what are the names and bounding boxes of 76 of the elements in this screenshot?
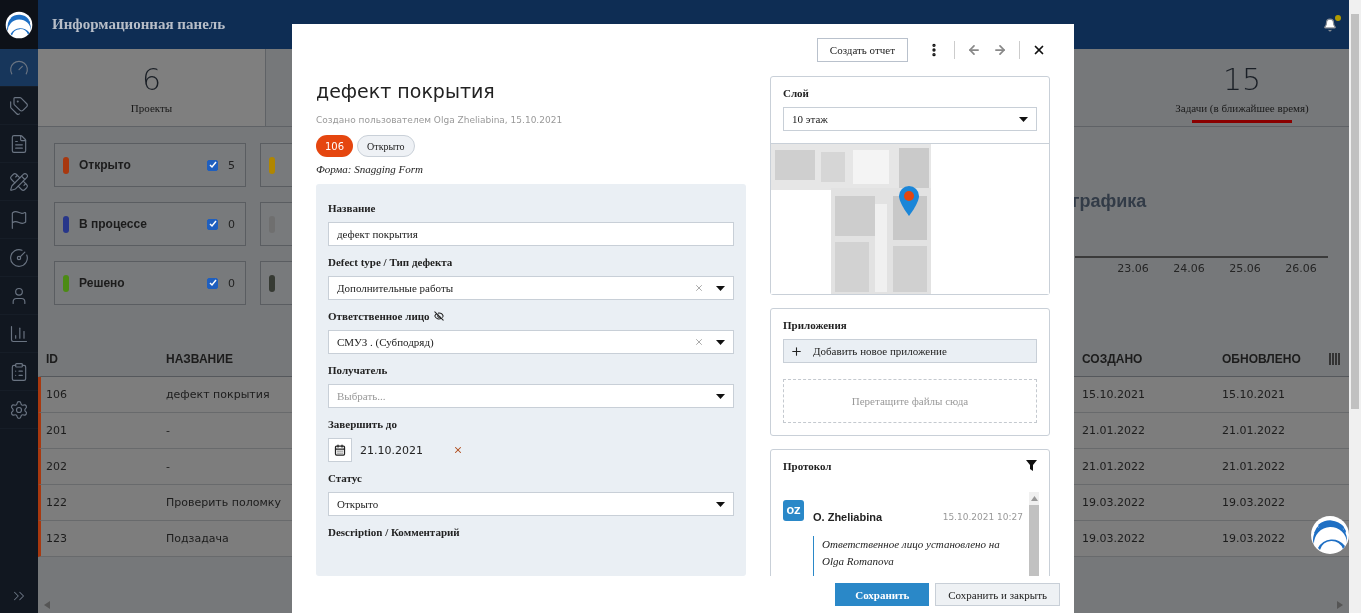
table-cell-text: 15.10.2021 [1221,388,1285,401]
table-cell-text: Проверить поломку [165,496,281,509]
column-header[interactable]: ID [41,351,58,366]
timestamp: 15.10.2021 10:27 [942,511,1023,522]
field-label: Defect type / Тип дефекта [328,256,453,268]
status-count: 0 [228,276,235,290]
card-title: Слой [783,87,810,99]
table-cell-text: 122 [45,496,67,509]
add-attachment-button[interactable]: Добавить новое приложение [783,339,1037,363]
select-field[interactable]: Дополнительные работы [328,276,734,300]
id-badge: 106 [316,135,354,157]
column-header[interactable]: СОЗДАНО [1077,351,1143,366]
chart-title: графика [1071,191,1147,212]
table-cell-text: 106 [45,388,67,401]
table-cell-text: - [165,424,170,437]
issue-title: дефект покрытия [316,80,496,102]
save-button[interactable]: Сохранить [835,583,930,606]
stat-value: 15 [1222,61,1262,98]
stat-label: Проекты [130,101,173,114]
table-cell-text: 21.01.2022 [1081,460,1145,473]
field-label: Название [328,202,376,214]
page-title: Информационная панель [52,16,226,33]
status-count: 0 [228,217,235,231]
axis-tick-label: 23.06 [1116,262,1150,275]
author-name: O. Zheliabina [813,510,883,523]
table-cell-text: 123 [45,532,67,545]
save-close-button[interactable]: Сохранить и закрыть [935,583,1060,606]
select-field[interactable]: Открыто [328,492,734,516]
input-field[interactable]: дефект покрытия [328,222,734,246]
table-cell-text: 21.01.2022 [1221,460,1285,473]
status-badge: Открыто [357,135,415,157]
table-cell-text: 201 [45,424,67,437]
log-message: Ответственное лицо установлено на Olga Romanova [813,536,1023,576]
table-cell-text: дефект покрытия [165,388,270,401]
select-field[interactable]: Выбрать... [328,384,734,408]
field-label: Получатель [328,364,388,376]
axis-tick-label: 24.06 [1172,262,1206,275]
created-info: Создано пользователем Olga Zheliabina, 15.10.2021 [316,115,564,125]
select-field[interactable]: СМУЗ . (Субподряд) [328,330,734,354]
create-report-button[interactable]: Создать отчет [816,38,908,62]
field-label: Ответственное лицо [328,310,430,322]
status-label: Открыто [79,158,131,172]
field-label: Description / Комментарий [328,526,460,538]
stat-tile[interactable]: 15 Задачи (в ближайшее время) [1135,49,1349,126]
axis-tick-label: 26.06 [1284,262,1318,275]
table-cell-text: Подзадача [165,532,229,545]
table-cell-text: - [165,460,170,473]
field-label: Завершить до [328,418,397,430]
table-cell-text: 19.03.2022 [1221,496,1285,509]
drop-zone[interactable]: Перетащите файлы сюда [783,379,1037,423]
table-cell-text: 19.03.2022 [1221,532,1285,545]
status-label: В процессе [79,217,147,231]
form-name: Форма: Snagging Form [316,163,424,175]
status-card[interactable]: Решено 0 [54,261,246,305]
stat-value: 6 [141,61,162,98]
stat-label: Задачи (в ближайшее время) [1175,101,1309,114]
stat-tile[interactable]: 6 Проекты [38,49,266,126]
avatar: OZ [783,500,804,521]
status-card[interactable]: В процессе 0 [54,202,246,246]
card-title: Приложения [783,319,848,331]
table-cell-text: 15.10.2021 [1081,388,1145,401]
axis-tick-label: 25.06 [1228,262,1262,275]
status-label: Решено [79,276,125,290]
table-cell-text: 202 [45,460,67,473]
column-header[interactable]: ОБНОВЛЕНО [1217,351,1301,366]
column-header[interactable]: НАЗВАНИЕ [161,351,233,366]
table-cell-text: 19.03.2022 [1081,532,1145,545]
table-cell-text: 21.01.2022 [1081,424,1145,437]
card-title: Протокол [783,460,832,472]
status-card[interactable]: Открыто 5 [54,143,246,187]
table-cell-text: 21.01.2022 [1221,424,1285,437]
status-count: 5 [228,158,235,172]
select-field[interactable]: 10 этаж [783,107,1037,131]
field-label: Статус [328,472,362,484]
table-cell-text: 19.03.2022 [1081,496,1145,509]
date-field[interactable]: 21.10.2021 [360,443,445,457]
